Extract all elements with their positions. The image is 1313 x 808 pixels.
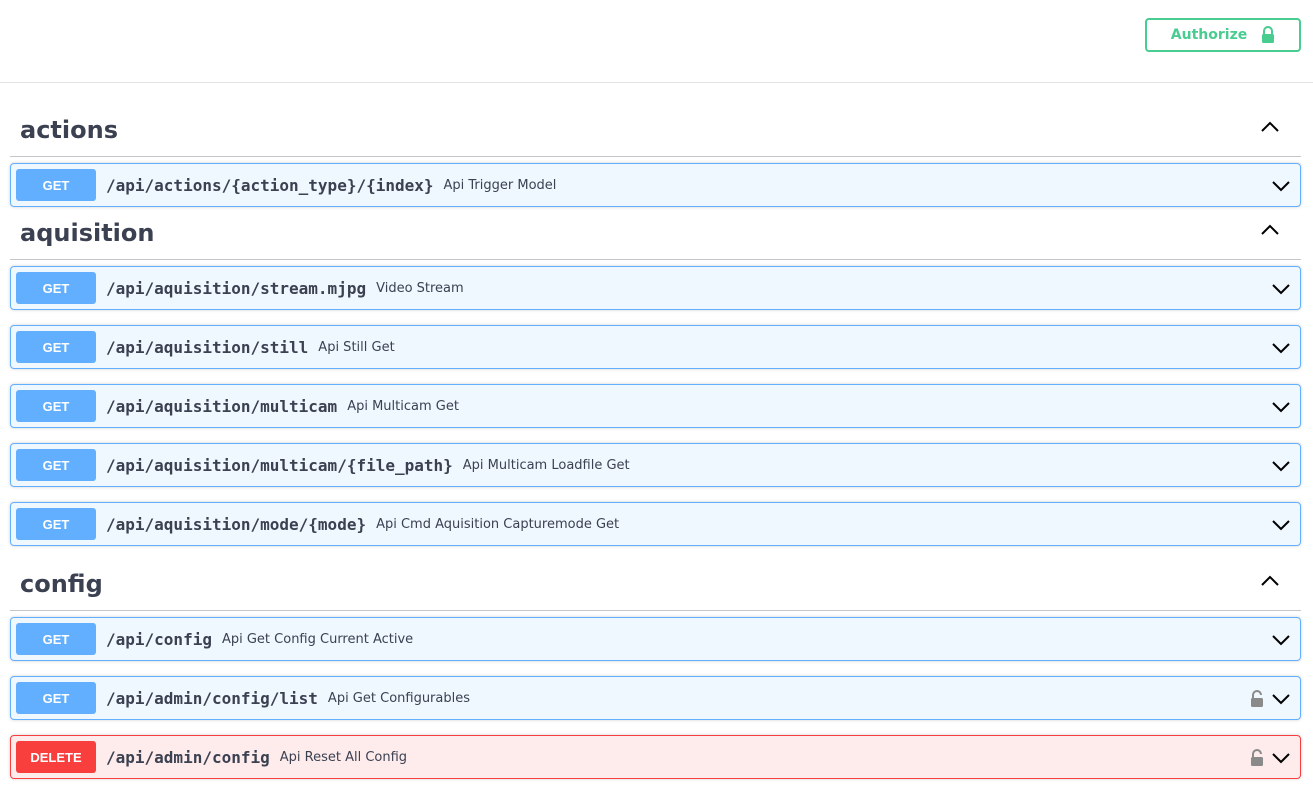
operation-path: /api/aquisition/stream.mjpg (106, 278, 367, 298)
tag-header-actions[interactable]: actions (10, 83, 1301, 157)
unlocked-lock-icon[interactable] (1250, 749, 1264, 767)
tag-section-aquisition: aquisition GET /api/aquisition/stream.mj… (10, 202, 1301, 546)
chevron-down-icon[interactable] (1270, 397, 1292, 417)
operation-path: /api/aquisition/multicam (106, 396, 338, 416)
operation-get-multicam[interactable]: GET /api/aquisition/multicam Api Multica… (10, 384, 1301, 428)
operation-summary: Video Stream (376, 280, 464, 296)
tag-title: aquisition (20, 219, 155, 247)
operation-summary: Api Still Get (318, 339, 395, 355)
method-badge: GET (16, 449, 96, 481)
chevron-down-icon[interactable] (1270, 338, 1292, 358)
operation-path: /api/aquisition/still (106, 337, 309, 357)
operation-summary: Api Get Config Current Active (221, 631, 414, 647)
operation-get-stream[interactable]: GET /api/aquisition/stream.mjpg Video St… (10, 266, 1301, 310)
lock-icon (1261, 26, 1275, 44)
method-badge: GET (16, 390, 96, 422)
tag-header-aquisition[interactable]: aquisition (10, 202, 1301, 260)
operations-list: actions GET /api/actions/{action_type}/{… (10, 83, 1301, 794)
operation-get-actions[interactable]: GET /api/actions/{action_type}/{index} A… (10, 163, 1301, 207)
tag-title: config (20, 570, 103, 598)
operation-delete-config[interactable]: DELETE /api/admin/config Api Reset All C… (10, 735, 1301, 779)
top-bar: Authorize (0, 0, 1313, 83)
tag-section-actions: actions GET /api/actions/{action_type}/{… (10, 83, 1301, 207)
operation-summary: Api Reset All Config (279, 749, 408, 765)
authorize-label: Authorize (1170, 27, 1248, 43)
operation-path: /api/aquisition/multicam/{file_path} (106, 455, 453, 475)
method-badge: GET (16, 169, 96, 201)
tag-header-config[interactable]: config (10, 555, 1301, 611)
chevron-down-icon[interactable] (1270, 515, 1292, 535)
operation-get-mode[interactable]: GET /api/aquisition/mode/{mode} Api Cmd … (10, 502, 1301, 546)
operation-get-config-list[interactable]: GET /api/admin/config/list Api Get Confi… (10, 676, 1301, 720)
method-badge: GET (16, 682, 96, 714)
operation-summary: Api Cmd Aquisition Capturemode Get (376, 516, 620, 532)
operation-path: /api/aquisition/mode/{mode} (106, 514, 367, 534)
tag-title: actions (20, 116, 118, 144)
method-badge: GET (16, 623, 96, 655)
method-badge: GET (16, 508, 96, 540)
operation-get-config[interactable]: GET /api/config Api Get Config Current A… (10, 617, 1301, 661)
operation-summary: Api Trigger Model (443, 177, 557, 193)
method-badge: GET (16, 331, 96, 363)
chevron-down-icon[interactable] (1270, 748, 1292, 768)
tag-section-config: config GET /api/config Api Get Config Cu… (10, 555, 1301, 779)
chevron-down-icon[interactable] (1270, 630, 1292, 650)
operation-get-multicam-file[interactable]: GET /api/aquisition/multicam/{file_path}… (10, 443, 1301, 487)
chevron-up-icon[interactable] (1259, 570, 1281, 592)
chevron-up-icon[interactable] (1259, 116, 1281, 138)
chevron-down-icon[interactable] (1270, 279, 1292, 299)
operation-path: /api/config (106, 629, 212, 649)
operation-summary: Api Get Configurables (327, 690, 471, 706)
operation-path: /api/admin/config/list (106, 688, 318, 708)
operation-path: /api/actions/{action_type}/{index} (106, 175, 434, 195)
operation-summary: Api Multicam Get (347, 398, 459, 414)
operation-summary: Api Multicam Loadfile Get (462, 457, 630, 473)
chevron-down-icon[interactable] (1270, 176, 1292, 196)
chevron-up-icon[interactable] (1259, 219, 1281, 241)
operation-path: /api/admin/config (106, 747, 270, 767)
authorize-button[interactable]: Authorize (1145, 18, 1301, 52)
chevron-down-icon[interactable] (1270, 456, 1292, 476)
chevron-down-icon[interactable] (1270, 689, 1292, 709)
method-badge: GET (16, 272, 96, 304)
unlocked-lock-icon[interactable] (1250, 690, 1264, 708)
method-badge: DELETE (16, 741, 96, 773)
operation-get-still[interactable]: GET /api/aquisition/still Api Still Get (10, 325, 1301, 369)
